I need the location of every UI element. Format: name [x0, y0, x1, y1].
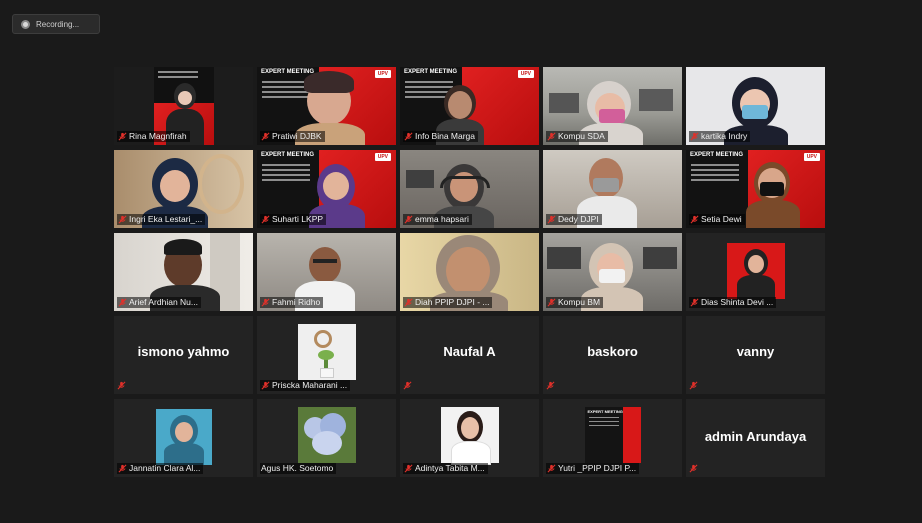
participant-tile[interactable]: Agus HK. Soetomo [257, 399, 396, 477]
muted-mic-icon [403, 381, 412, 390]
muted-mic-icon [689, 464, 698, 473]
muted-mic-icon [117, 381, 126, 390]
muted-mic-icon [118, 215, 127, 224]
participant-name-label: Dedy DJPI [546, 214, 602, 225]
participant-name-label: Arief Ardhian Nu... [117, 297, 201, 308]
muted-mic-icon [404, 132, 413, 141]
muted-mic-icon [547, 298, 556, 307]
muted-mic-icon [690, 215, 699, 224]
slide-logo: UPV [374, 70, 391, 78]
profile-photo [155, 409, 212, 465]
participant-name-label: Rina Magnfirah [117, 131, 190, 142]
profile-photo [726, 243, 785, 299]
participant-name-label: Priscka Maharani ... [260, 380, 351, 391]
zoom-meeting-window: Recording... Rina Magnfirah EXPERT MEETI [0, 0, 922, 523]
participant-tile[interactable]: Ingri Eka Lestari_... [114, 150, 253, 228]
participant-tile[interactable]: ismono yahmo [114, 316, 253, 394]
participant-tile[interactable]: EXPERT MEETING UPV Pratiwi DJBK [257, 67, 396, 145]
slide-logo: UPV [517, 70, 534, 78]
participant-name-label: Jannatin Clara Al... [117, 463, 204, 474]
participant-tile[interactable]: EXPERT MEETING UPV Setia Dewi [686, 150, 825, 228]
participant-tile[interactable]: Adintya Tabita M... [400, 399, 539, 477]
slide-title: EXPERT MEETING [587, 409, 623, 414]
slide-logo: UPV [803, 153, 820, 161]
participant-display-name: ismono yahmo [137, 344, 230, 359]
participant-display-name: Naufal A [443, 344, 496, 359]
participant-name-label: Fahmi Ridho [260, 297, 324, 308]
muted-mic-icon [261, 215, 270, 224]
participant-tile[interactable]: EXPERT MEETING UPV Info Bina Marga [400, 67, 539, 145]
participant-name-label: kartika Indry [689, 131, 751, 142]
participant-tile[interactable]: Kompu BM [543, 233, 682, 311]
muted-mic-icon [261, 298, 270, 307]
profile-photo [440, 407, 499, 465]
profile-photo [297, 324, 356, 380]
muted-mic-icon [689, 381, 698, 390]
participant-tile[interactable]: Rina Magnfirah [114, 67, 253, 145]
participant-tile[interactable]: emma hapsari [400, 150, 539, 228]
participant-name-label: Pratiwi DJBK [260, 131, 325, 142]
participant-name-label: Adintya Tabita M... [403, 463, 488, 474]
participant-tile[interactable]: Arief Ardhian Nu... [114, 233, 253, 311]
profile-photo [297, 407, 356, 463]
muted-mic-icon [690, 132, 699, 141]
participant-display-name: baskoro [587, 344, 638, 359]
slide-logo: UPV [374, 153, 391, 161]
participant-tile[interactable]: kartika Indry [686, 67, 825, 145]
participant-tile[interactable]: Jannatin Clara Al... [114, 399, 253, 477]
participant-name-label: Setia Dewi [689, 214, 745, 225]
muted-mic-icon [261, 381, 270, 390]
participant-name-label: emma hapsari [403, 214, 472, 225]
gallery-view-grid: Rina Magnfirah EXPERT MEETING UPV Pratiw… [114, 67, 825, 477]
participant-tile[interactable]: Diah PPIP DJPI - ... [400, 233, 539, 311]
participant-tile[interactable]: EXPERT MEETING Yutri _PPIP DJPI P... [543, 399, 682, 477]
participant-tile[interactable]: vanny [686, 316, 825, 394]
participant-name-label: Ingri Eka Lestari_... [117, 214, 206, 225]
record-icon [21, 19, 30, 29]
recording-indicator[interactable]: Recording... [12, 14, 100, 34]
muted-mic-icon [404, 464, 413, 473]
participant-tile[interactable]: Priscka Maharani ... [257, 316, 396, 394]
muted-mic-icon [547, 215, 556, 224]
participant-name-label: Kompu SDA [546, 131, 608, 142]
muted-mic-icon [261, 132, 270, 141]
participant-tile[interactable]: Dias Shinta Devi ... [686, 233, 825, 311]
muted-mic-icon [404, 298, 413, 307]
muted-mic-icon [547, 132, 556, 141]
participant-name-label: Yutri _PPIP DJPI P... [546, 463, 640, 474]
participant-name-label: Info Bina Marga [403, 131, 479, 142]
muted-mic-icon [118, 132, 127, 141]
participant-display-name: vanny [736, 344, 775, 359]
slide-title: EXPERT MEETING [261, 69, 315, 75]
participant-tile[interactable]: Dedy DJPI [543, 150, 682, 228]
profile-photo: EXPERT MEETING [584, 407, 641, 463]
muted-mic-icon [690, 298, 699, 307]
slide-title: EXPERT MEETING [404, 69, 458, 75]
participant-tile[interactable]: baskoro [543, 316, 682, 394]
participant-tile[interactable]: EXPERT MEETING UPV Suharti LKPP [257, 150, 396, 228]
slide-title: EXPERT MEETING [261, 152, 315, 158]
muted-mic-icon [404, 215, 413, 224]
participant-name-label: Diah PPIP DJPI - ... [403, 297, 493, 308]
participant-tile[interactable]: Naufal A [400, 316, 539, 394]
participant-tile[interactable]: Kompu SDA [543, 67, 682, 145]
participant-display-name: admin Arundaya [704, 429, 807, 444]
participant-tile[interactable]: admin Arundaya [686, 399, 825, 477]
participant-tile[interactable]: Fahmi Ridho [257, 233, 396, 311]
participant-name-label: Dias Shinta Devi ... [689, 297, 777, 308]
muted-mic-icon [546, 381, 555, 390]
muted-mic-icon [547, 464, 556, 473]
muted-mic-icon [118, 464, 127, 473]
participant-name-label: Agus HK. Soetomo [260, 463, 337, 474]
slide-title: EXPERT MEETING [690, 152, 744, 158]
muted-mic-icon [118, 298, 127, 307]
recording-label: Recording... [36, 19, 80, 29]
participant-name-label: Kompu BM [546, 297, 604, 308]
participant-name-label: Suharti LKPP [260, 214, 327, 225]
